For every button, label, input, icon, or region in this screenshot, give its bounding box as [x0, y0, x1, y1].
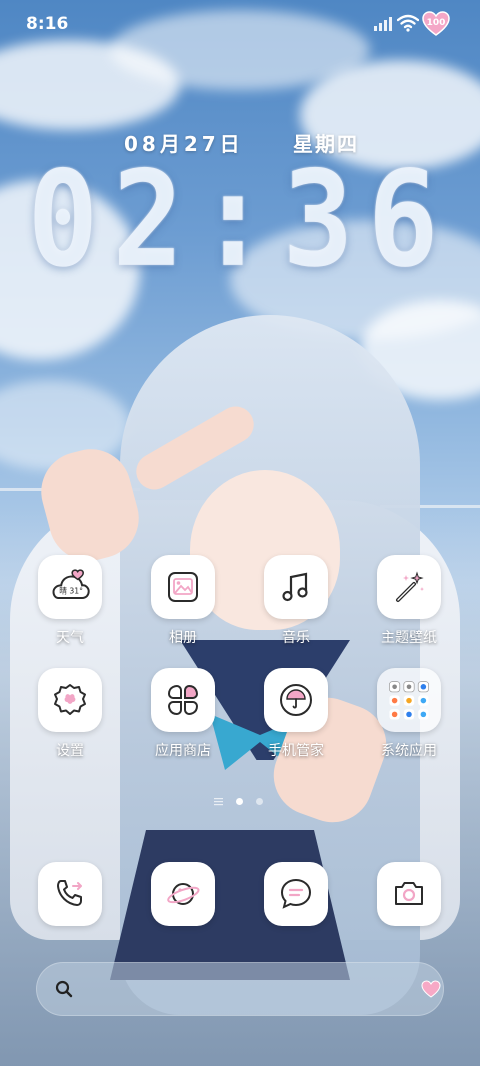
- app-label: 设置: [56, 743, 84, 759]
- dock-camera[interactable]: [377, 862, 441, 926]
- app-settings[interactable]: 设置: [15, 668, 125, 760]
- search-input[interactable]: [84, 974, 388, 1006]
- camera-icon: [377, 862, 441, 926]
- status-time: 8:16: [26, 14, 69, 34]
- app-label: 相册: [169, 630, 197, 646]
- dock-phone[interactable]: [38, 862, 102, 926]
- wifi-icon: [397, 14, 419, 32]
- search-bar[interactable]: [36, 962, 444, 1016]
- browser-planet-icon: [151, 862, 215, 926]
- heart-icon[interactable]: [420, 978, 442, 1000]
- app-music[interactable]: 音乐: [241, 555, 351, 647]
- app-label: 音乐: [282, 630, 310, 646]
- page-dot: [256, 798, 263, 805]
- app-phone-manager[interactable]: 手机管家: [241, 668, 351, 760]
- folder-icon: [377, 668, 441, 732]
- page-indicator[interactable]: [0, 798, 480, 808]
- gear-icon: [38, 668, 102, 732]
- app-label: 主题壁纸: [381, 630, 437, 646]
- phone-icon: [38, 862, 102, 926]
- clock-time[interactable]: 02:36: [0, 142, 480, 297]
- weather-cloud-icon: 晴 31°: [38, 555, 102, 619]
- gallery-icon: [151, 555, 215, 619]
- search-icon: [55, 980, 73, 998]
- messages-icon: [264, 862, 328, 926]
- magic-wand-icon: [377, 555, 441, 619]
- dock-messages[interactable]: [264, 862, 328, 926]
- dock-browser[interactable]: [151, 862, 215, 926]
- app-store[interactable]: 应用商店: [128, 668, 238, 760]
- music-note-icon: [264, 555, 328, 619]
- app-store-icon: [151, 668, 215, 732]
- app-weather[interactable]: 晴 31° 天气: [15, 555, 125, 647]
- app-label: 手机管家: [268, 743, 324, 759]
- signal-icon: [374, 16, 392, 31]
- app-label: 应用商店: [155, 743, 211, 759]
- phone-manager-umbrella-icon: [264, 668, 328, 732]
- battery-level: 100: [426, 18, 446, 28]
- app-themes[interactable]: 主题壁纸: [354, 555, 464, 647]
- weather-badge: 晴 31°: [59, 586, 83, 596]
- app-label: 系统应用: [381, 743, 437, 759]
- app-label: 天气: [56, 630, 84, 646]
- app-system-folder[interactable]: 系统应用: [354, 668, 464, 760]
- status-bar: 8:16 100: [0, 0, 480, 50]
- battery-heart-icon: 100: [422, 11, 450, 37]
- app-gallery[interactable]: 相册: [128, 555, 238, 647]
- page-dot-current: [236, 798, 243, 805]
- page-list-icon: [214, 798, 223, 806]
